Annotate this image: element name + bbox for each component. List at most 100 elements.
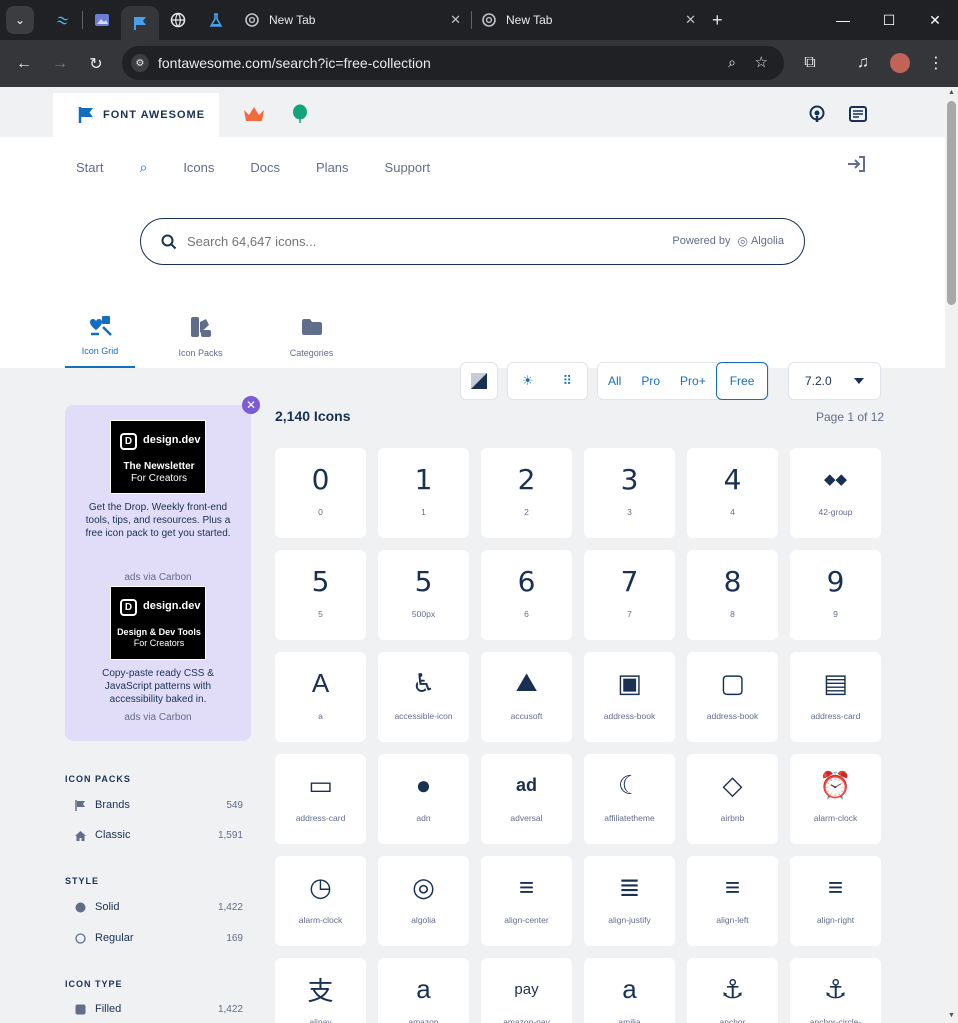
icon-card[interactable]: ≡ align-center xyxy=(481,856,572,946)
icon-card[interactable]: 99 xyxy=(790,550,881,640)
icon-card[interactable]: Aa xyxy=(275,652,366,742)
icon-card[interactable]: ⛰ accusoft xyxy=(481,652,572,742)
ad-via-1[interactable]: ads via Carbon xyxy=(65,572,251,583)
icon-card[interactable]: ▭ address-card xyxy=(275,754,366,844)
balloon-icon[interactable] xyxy=(292,104,308,124)
icon-card[interactable]: ≡ align-left xyxy=(687,856,778,946)
ad-image-1[interactable]: D design.dev The Newsletter For Creators xyxy=(110,420,206,494)
icon-card[interactable]: 44 xyxy=(687,448,778,538)
nav-plans[interactable]: Plans xyxy=(316,160,349,175)
forward-button[interactable]: → xyxy=(42,46,78,82)
nav-docs[interactable]: Docs xyxy=(250,160,280,175)
icon-card[interactable]: 00 xyxy=(275,448,366,538)
filter-pro[interactable]: Pro xyxy=(631,363,670,399)
theme-toggle-button[interactable] xyxy=(460,362,498,400)
icon-card[interactable]: 22 xyxy=(481,448,572,538)
icon-card[interactable]: ▤ address-card xyxy=(790,652,881,742)
ad-text-1[interactable]: Get the Drop. Weekly front-end tools, ti… xyxy=(79,501,237,540)
reload-button[interactable]: ↻ xyxy=(78,46,114,82)
address-bar[interactable]: ⚙ fontawesome.com/search?ic=free-collect… xyxy=(122,46,784,80)
ad-image-2[interactable]: D design.dev Design & Dev Tools For Crea… xyxy=(110,586,206,660)
icon-card[interactable]: 66 xyxy=(481,550,572,640)
ad-via-2[interactable]: ads via Carbon xyxy=(65,712,251,723)
tab-categories[interactable]: Categories xyxy=(256,302,367,368)
grid-dense-icon[interactable]: ⠿ xyxy=(548,373,588,389)
icon-card[interactable]: a amazon xyxy=(378,958,469,1023)
version-select[interactable]: 7.2.0 xyxy=(788,362,881,400)
close-icon[interactable]: ✕ xyxy=(685,12,696,28)
icon-card[interactable]: ⚓ anchor xyxy=(687,958,778,1023)
icon-card[interactable]: ● adn xyxy=(378,754,469,844)
sun-icon[interactable]: ☀ xyxy=(508,373,548,389)
icon-card[interactable]: 11 xyxy=(378,448,469,538)
extensions-button[interactable]: ⧉ xyxy=(792,45,828,81)
icon-card[interactable]: 5 500px xyxy=(378,550,469,640)
page-scrollbar[interactable]: ▲ ▼ xyxy=(945,87,958,1023)
pinned-tab-image[interactable] xyxy=(83,0,121,40)
brand-tab[interactable]: FONT AWESOME xyxy=(53,93,219,137)
star-icon[interactable]: ☆ xyxy=(755,53,768,71)
tab-search-button[interactable]: ⌄ xyxy=(6,6,34,34)
filter-brands[interactable]: Brands 549 xyxy=(75,799,243,811)
icon-card[interactable]: 77 xyxy=(584,550,675,640)
filter-filled[interactable]: Filled 1,422 xyxy=(75,1003,243,1015)
zoom-icon[interactable]: ⌕ xyxy=(728,54,736,71)
filter-all[interactable]: All xyxy=(598,363,631,399)
sign-in-icon[interactable] xyxy=(847,155,867,173)
icon-card[interactable]: ◎ algolia xyxy=(378,856,469,946)
media-button[interactable]: ♫ xyxy=(845,45,881,81)
filter-pro-plus[interactable]: Pro+ xyxy=(670,363,716,399)
icon-card[interactable]: ♿ accessible-icon xyxy=(378,652,469,742)
site-info-icon[interactable]: ⚙ xyxy=(131,54,149,72)
nav-icons[interactable]: Icons xyxy=(183,160,214,175)
scroll-down-icon[interactable]: ▼ xyxy=(947,1012,956,1021)
ad-text-2[interactable]: Copy-paste ready CSS & JavaScript patter… xyxy=(79,667,237,706)
menu-button[interactable]: ⋮ xyxy=(918,45,954,81)
icon-card[interactable]: pay amazon-pay xyxy=(481,958,572,1023)
scrollbar-thumb[interactable] xyxy=(947,101,956,305)
icon-card[interactable]: a amilia xyxy=(584,958,675,1023)
search-input[interactable] xyxy=(187,234,607,249)
new-tab-button[interactable]: + xyxy=(706,0,729,40)
icon-card[interactable]: ⏰ alarm-clock xyxy=(790,754,881,844)
icon-card[interactable]: ◇ airbnb xyxy=(687,754,778,844)
icon-card[interactable]: ☾ affiliatetheme xyxy=(584,754,675,844)
icon-card[interactable]: ◷ alarm-clock xyxy=(275,856,366,946)
ad-close-icon[interactable]: ✕ xyxy=(242,396,260,414)
icon-card[interactable]: ≡ align-right xyxy=(790,856,881,946)
pinned-tab-globe[interactable] xyxy=(159,0,197,40)
nav-start[interactable]: Start xyxy=(76,160,103,175)
back-button[interactable]: ← xyxy=(6,46,42,82)
pinned-tab-tailwind[interactable] xyxy=(44,0,82,40)
filter-solid[interactable]: Solid 1,422 xyxy=(75,901,243,913)
pinned-tab-flask[interactable] xyxy=(197,0,235,40)
filter-regular[interactable]: Regular 169 xyxy=(75,932,243,944)
icon-card[interactable]: ▢ address-book xyxy=(687,652,778,742)
crown-icon[interactable] xyxy=(243,106,265,122)
podcast-icon[interactable] xyxy=(808,105,826,123)
pinned-tab-fontawesome[interactable] xyxy=(121,6,159,40)
minimize-icon[interactable]: — xyxy=(820,0,866,40)
profile-avatar[interactable] xyxy=(890,53,910,73)
tab-icon-grid[interactable]: Icon Grid xyxy=(65,302,135,368)
tab-new-tab-2[interactable]: New Tab ✕ xyxy=(472,0,706,40)
filter-classic[interactable]: Classic 1,591 xyxy=(75,829,243,841)
close-window-icon[interactable]: ✕ xyxy=(912,0,958,40)
icon-card[interactable]: ≣ align-justify xyxy=(584,856,675,946)
icon-card[interactable]: 支 alipay xyxy=(275,958,366,1023)
icon-card[interactable]: ▣ address-book xyxy=(584,652,675,742)
tab-new-tab-1[interactable]: New Tab ✕ xyxy=(235,0,471,40)
filter-free[interactable]: Free xyxy=(715,362,769,400)
icon-card[interactable]: 88 xyxy=(687,550,778,640)
icon-card[interactable]: 33 xyxy=(584,448,675,538)
nav-support[interactable]: Support xyxy=(385,160,431,175)
nav-search-icon[interactable]: ⌕ xyxy=(139,159,147,176)
close-icon[interactable]: ✕ xyxy=(450,12,461,28)
maximize-icon[interactable]: ☐ xyxy=(866,0,912,40)
tab-icon-packs[interactable]: Icon Packs xyxy=(145,302,256,368)
scroll-up-icon[interactable]: ▲ xyxy=(947,89,956,98)
icon-card[interactable]: ◆◆ 42-group xyxy=(790,448,881,538)
icon-card[interactable]: ad adversal xyxy=(481,754,572,844)
icon-card[interactable]: 55 xyxy=(275,550,366,640)
powered-by-provider[interactable]: Algolia xyxy=(751,235,784,247)
